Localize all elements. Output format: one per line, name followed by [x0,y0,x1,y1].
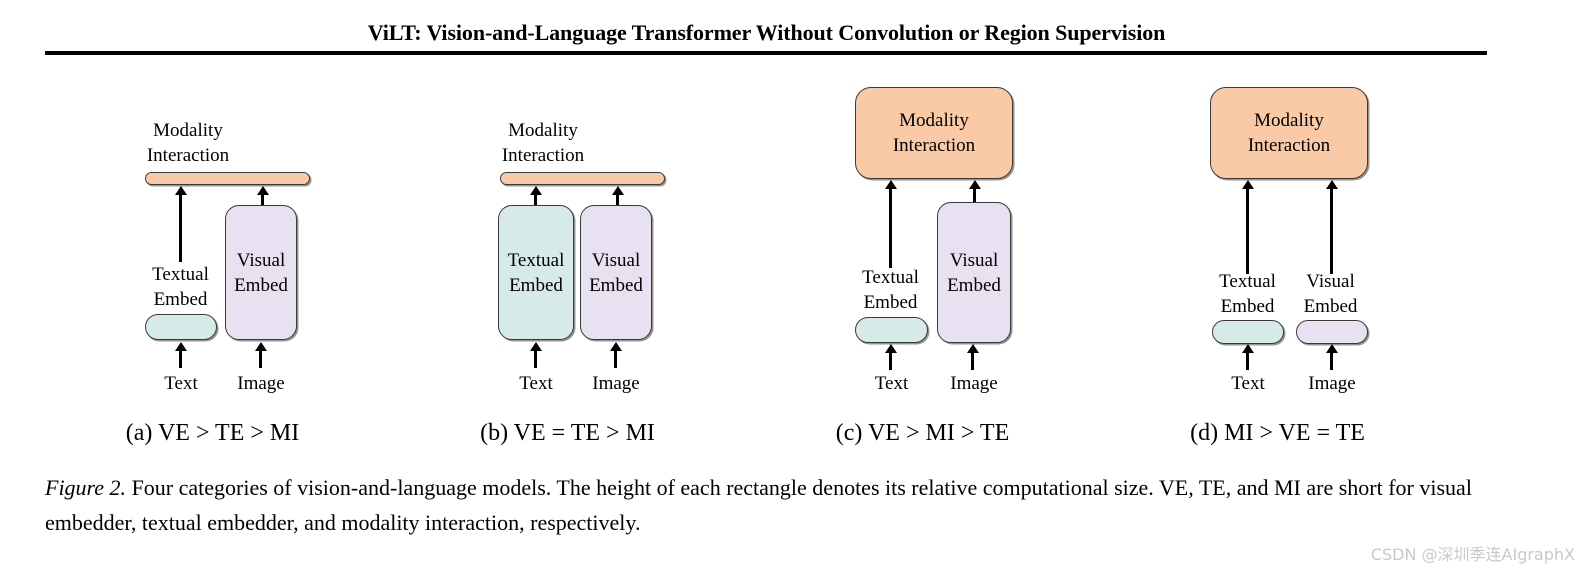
panel-c-arrow-visual-to-mi [973,188,976,203]
panel-a-modality-interaction-box [145,172,310,185]
panel-c-arrow-image-input [971,352,974,370]
panel-d-ve-label: Visual Embed [1268,269,1393,319]
panel-b-arrow-text-input [534,350,537,368]
panel-a-text-input-label: Text [164,373,198,394]
panel-d-text-input-label: Text [1231,373,1265,394]
panel-b-arrow-image-input [614,350,617,368]
ve-label-line1: Visual [591,249,641,271]
panel-d-arrow-text-input [1246,352,1249,370]
mi-label-line1: Modality [899,110,969,131]
panel-b: Modality Interaction Textual Embed Visua… [390,62,745,447]
panel-b-mi-label: Modality Interaction [453,118,633,168]
panel-c-subcaption: (c) VE > MI > TE [835,420,1010,446]
ve-label-line2: Embed [1303,296,1358,317]
panel-b-te-label: Textual Embed [499,248,573,298]
panel-b-modality-interaction-box [500,172,665,185]
panel-d-mi-label: Modality Interaction [1211,108,1367,158]
ve-label-line1: Visual [1306,271,1355,292]
panel-d-arrow-text-to-mi [1246,188,1249,274]
mi-label-line2: Interaction [501,145,585,166]
panel-b-textual-embed-box: Textual Embed [498,205,574,340]
panel-b-image-input-label: Image [592,373,640,394]
panel-b-text-input-label: Text [519,373,553,394]
panel-a-mi-label: Modality Interaction [98,118,278,168]
panel-d-subcaption: (d) MI > VE = TE [1190,420,1365,446]
panel-d: Modality Interaction Textual Embed Visua… [1100,62,1455,447]
panel-a-ve-label: Visual Embed [226,248,296,298]
panel-a-textual-embed-box [145,314,217,340]
panel-a-visual-embed-box: Visual Embed [225,205,297,340]
te-label-line1: Textual [507,249,565,271]
watermark: CSDN @深圳季连AIgraphX [1370,545,1575,564]
ve-label-line2: Embed [947,274,1001,296]
mi-label-line2: Interaction [146,145,230,166]
panel-c-textual-embed-box [855,317,928,343]
title-divider [45,51,1487,55]
panel-d-arrow-visual-to-mi [1330,188,1333,274]
panel-a-arrow-image-input [259,350,262,368]
figure-number: Figure 2. [45,475,127,500]
panel-c-text-input-label: Text [874,373,909,394]
panel-c-arrow-text-input [889,352,892,370]
panel-a: Modality Interaction Textual Embed Visua… [35,62,390,447]
panel-d-modality-interaction-box: Modality Interaction [1210,87,1368,179]
ve-label-line2: Embed [589,274,643,296]
panel-d-arrow-image-input [1330,352,1333,370]
ve-label-line2: Embed [234,274,288,296]
ve-label-line1: Visual [236,249,286,271]
panel-c-ve-label: Visual Embed [938,248,1010,298]
panel-a-arrow-text-to-mi [179,194,182,262]
panel-a-arrow-text-input [179,350,182,368]
te-label-line2: Embed [509,274,563,296]
panel-d-image-input-label: Image [1308,373,1356,394]
mi-label-line1: Modality [508,120,578,141]
panel-c-mi-label: Modality Interaction [856,108,1012,158]
panel-a-image-input-label: Image [237,373,285,394]
mi-label-line2: Interaction [1247,135,1331,156]
panel-b-visual-embed-box: Visual Embed [580,205,652,340]
panel-a-subcaption: (a) VE > TE > MI [125,420,300,446]
mi-label-line2: Interaction [892,135,976,156]
figure-caption: Figure 2. Four categories of vision-and-… [45,470,1490,540]
panel-b-ve-label: Visual Embed [581,248,651,298]
figure-caption-body: Four categories of vision-and-language m… [45,475,1472,535]
panel-d-visual-embed-box [1296,320,1368,344]
mi-label-line1: Modality [153,120,223,141]
figure-diagram: Modality Interaction Textual Embed Visua… [0,62,1593,447]
ve-label-line1: Visual [949,249,999,271]
mi-label-line1: Modality [1254,110,1324,131]
panel-c-visual-embed-box: Visual Embed [937,202,1011,343]
panel-d-textual-embed-box [1212,320,1284,344]
panel-b-subcaption: (b) VE = TE > MI [480,420,655,446]
page-title: ViLT: Vision-and-Language Transformer Wi… [367,20,1166,45]
panel-c: Modality Interaction Textual Embed Visua… [745,62,1100,447]
panel-c-arrow-text-to-mi [889,188,892,268]
panel-c-modality-interaction-box: Modality Interaction [855,87,1013,179]
panel-c-image-input-label: Image [950,373,998,394]
